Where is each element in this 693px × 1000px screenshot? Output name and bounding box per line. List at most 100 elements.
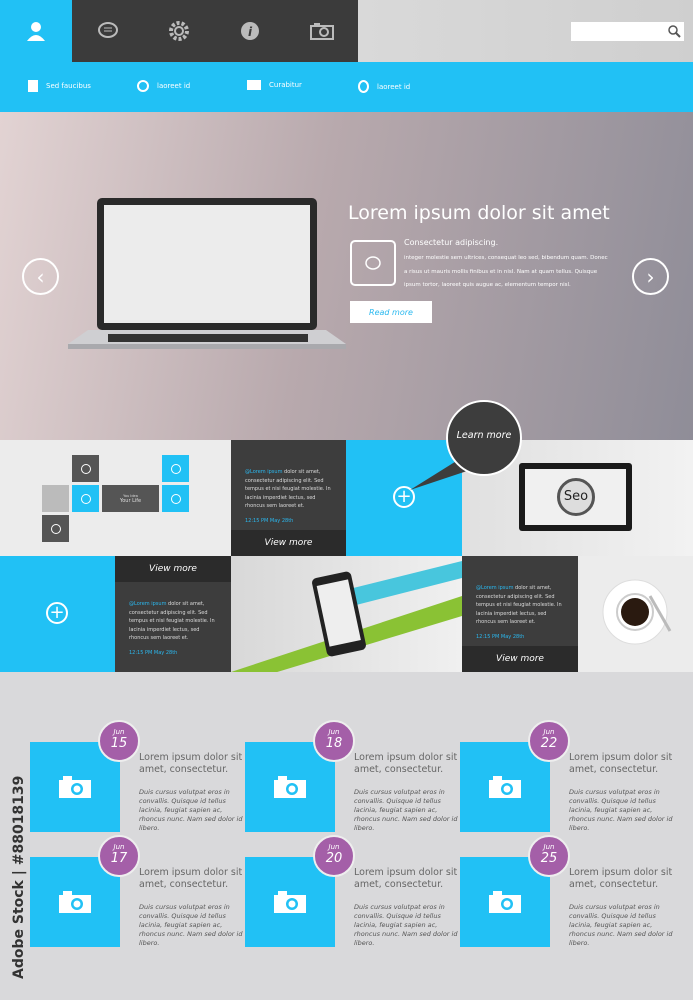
date-badge: Jun 22 <box>528 720 570 762</box>
hero-subtitle: Consectetur adipiscing. <box>404 238 499 247</box>
post-text: @Lorem ipsum dolor sit amet, consectetur… <box>245 468 334 511</box>
date-month: Jun <box>328 843 340 851</box>
learn-more-button[interactable]: Learn more <box>447 430 521 441</box>
date-day: 18 <box>325 736 343 751</box>
nav-label: laoreet id <box>377 82 411 91</box>
event-card[interactable]: Jun 25 Lorem ipsum dolor sit amet, consec… <box>460 835 675 955</box>
card-title: Lorem ipsum dolor sit amet, consectetur. <box>354 867 458 890</box>
date-month: Jun <box>113 843 125 851</box>
tile[interactable] <box>162 455 189 482</box>
coffee-image <box>578 556 693 672</box>
chat-icon <box>350 240 396 286</box>
date-month: Jun <box>113 728 125 736</box>
icon-nav: i <box>72 0 358 62</box>
date-badge: Jun 25 <box>528 835 570 877</box>
tile[interactable] <box>162 485 189 512</box>
camera-icon <box>247 80 261 90</box>
post-card: @Lorem ipsum dolor sit amet, consectetur… <box>231 440 346 556</box>
event-card[interactable]: Jun 17 Lorem ipsum dolor sit amet, consec… <box>30 835 245 955</box>
learn-more-pointer <box>410 400 522 490</box>
your-life-tile[interactable]: You Idea Your Life <box>102 485 159 512</box>
nav-item[interactable]: laoreet id <box>137 80 190 92</box>
camera-icon[interactable] <box>310 19 334 43</box>
post-time: 12:15 PM May 28th <box>129 649 178 656</box>
post-handle[interactable]: @Lorem ipsum <box>476 585 513 591</box>
post-time: 12:15 PM May 28th <box>476 633 525 640</box>
date-month: Jun <box>543 728 555 736</box>
stopwatch-icon <box>358 80 369 93</box>
card-title: Lorem ipsum dolor sit amet, consectetur. <box>139 867 243 890</box>
camera-icon <box>489 776 521 798</box>
event-card[interactable]: Jun 15 Lorem ipsum dolor sit amet, consec… <box>30 720 245 840</box>
date-month: Jun <box>543 843 555 851</box>
card-title: Lorem ipsum dolor sit amet, consectetur. <box>569 867 673 890</box>
hero-slider: ‹ › Lorem ipsum dolor sit amet Consectet… <box>0 112 693 440</box>
tile[interactable] <box>72 485 99 512</box>
add-tile: + <box>0 556 115 672</box>
event-card[interactable]: Jun 18 Lorem ipsum dolor sit amet, consec… <box>245 720 460 840</box>
event-card[interactable]: Jun 22 Lorem ipsum dolor sit amet, consec… <box>460 720 675 840</box>
card-text: Duis cursus volutpat eros in convallis. … <box>354 903 458 947</box>
read-more-button[interactable]: Read more <box>350 301 432 323</box>
watermark: Adobe Stock | #88018139 <box>11 775 27 979</box>
user-icon <box>27 22 45 41</box>
nav-item[interactable]: Sed faucibus <box>28 80 91 92</box>
secondary-nav: Sed faucibus laoreet id Curabitur laoree… <box>0 62 693 112</box>
laptop-image <box>68 198 346 349</box>
plus-icon[interactable]: + <box>46 602 68 624</box>
event-card[interactable]: Jun 20 Lorem ipsum dolor sit amet, consec… <box>245 835 460 955</box>
date-badge: Jun 17 <box>98 835 140 877</box>
nav-item[interactable]: laoreet id <box>358 80 410 93</box>
date-badge: Jun 20 <box>313 835 355 877</box>
gear-icon[interactable] <box>167 19 191 43</box>
hero-title: Lorem ipsum dolor sit amet <box>348 202 610 224</box>
seo-label: Seo <box>557 478 595 516</box>
date-day: 20 <box>325 851 343 866</box>
post-body: dolor sit amet, consectetur adipiscing e… <box>245 469 331 509</box>
camera-icon <box>489 891 521 913</box>
date-badge: Jun 18 <box>313 720 355 762</box>
card-title: Lorem ipsum dolor sit amet, consectetur. <box>139 752 243 775</box>
post-handle[interactable]: @Lorem ipsum <box>129 601 166 607</box>
home-button[interactable] <box>0 0 72 62</box>
card-text: Duis cursus volutpat eros in convallis. … <box>569 903 673 947</box>
card-text: Duis cursus volutpat eros in convallis. … <box>139 903 243 947</box>
view-more-button[interactable]: View more <box>231 530 346 556</box>
camera-icon <box>274 891 306 913</box>
tile-grid: You Idea Your Life <box>0 440 231 556</box>
post-handle[interactable]: @Lorem ipsum <box>245 469 282 475</box>
tile[interactable] <box>42 515 69 542</box>
card-title: Lorem ipsum dolor sit amet, consectetur. <box>354 752 458 775</box>
view-more-button[interactable]: View more <box>115 556 231 582</box>
prev-arrow-button[interactable]: ‹ <box>22 258 59 295</box>
date-day: 25 <box>540 851 558 866</box>
date-month: Jun <box>328 728 340 736</box>
info-icon[interactable]: i <box>238 19 262 43</box>
nav-label: laoreet id <box>157 82 191 90</box>
post-text: @Lorem ipsum dolor sit amet, consectetur… <box>129 600 219 643</box>
card-text: Duis cursus volutpat eros in convallis. … <box>354 788 458 832</box>
search-icon[interactable] <box>667 24 681 38</box>
view-more-button[interactable]: View more <box>462 646 578 672</box>
nav-item[interactable]: Curabitur <box>247 80 302 90</box>
camera-icon <box>59 776 91 798</box>
globe-icon <box>137 80 149 92</box>
card-text: Duis cursus volutpat eros in convallis. … <box>569 788 673 832</box>
post-body: dolor sit amet, consectetur adipiscing e… <box>129 601 215 641</box>
nav-label: Curabitur <box>269 81 302 89</box>
post-time: 12:15 PM May 28th <box>245 517 294 524</box>
nav-label: Sed faucibus <box>46 82 91 90</box>
post-body: dolor sit amet, consectetur adipiscing e… <box>476 585 562 625</box>
post-text: @Lorem ipsum dolor sit amet, consectetur… <box>476 584 566 627</box>
tile[interactable] <box>42 485 69 512</box>
camera-icon <box>59 891 91 913</box>
tile[interactable] <box>72 455 99 482</box>
user-badge-icon <box>28 80 38 92</box>
next-arrow-button[interactable]: › <box>632 258 669 295</box>
card-title: Lorem ipsum dolor sit amet, consectetur. <box>569 752 673 775</box>
chat-icon[interactable] <box>96 19 120 43</box>
date-day: 22 <box>540 736 558 751</box>
post-card: View more @Lorem ipsum dolor sit amet, c… <box>115 556 231 672</box>
tile-title: Your Life <box>119 497 142 504</box>
phone-image <box>231 556 462 672</box>
